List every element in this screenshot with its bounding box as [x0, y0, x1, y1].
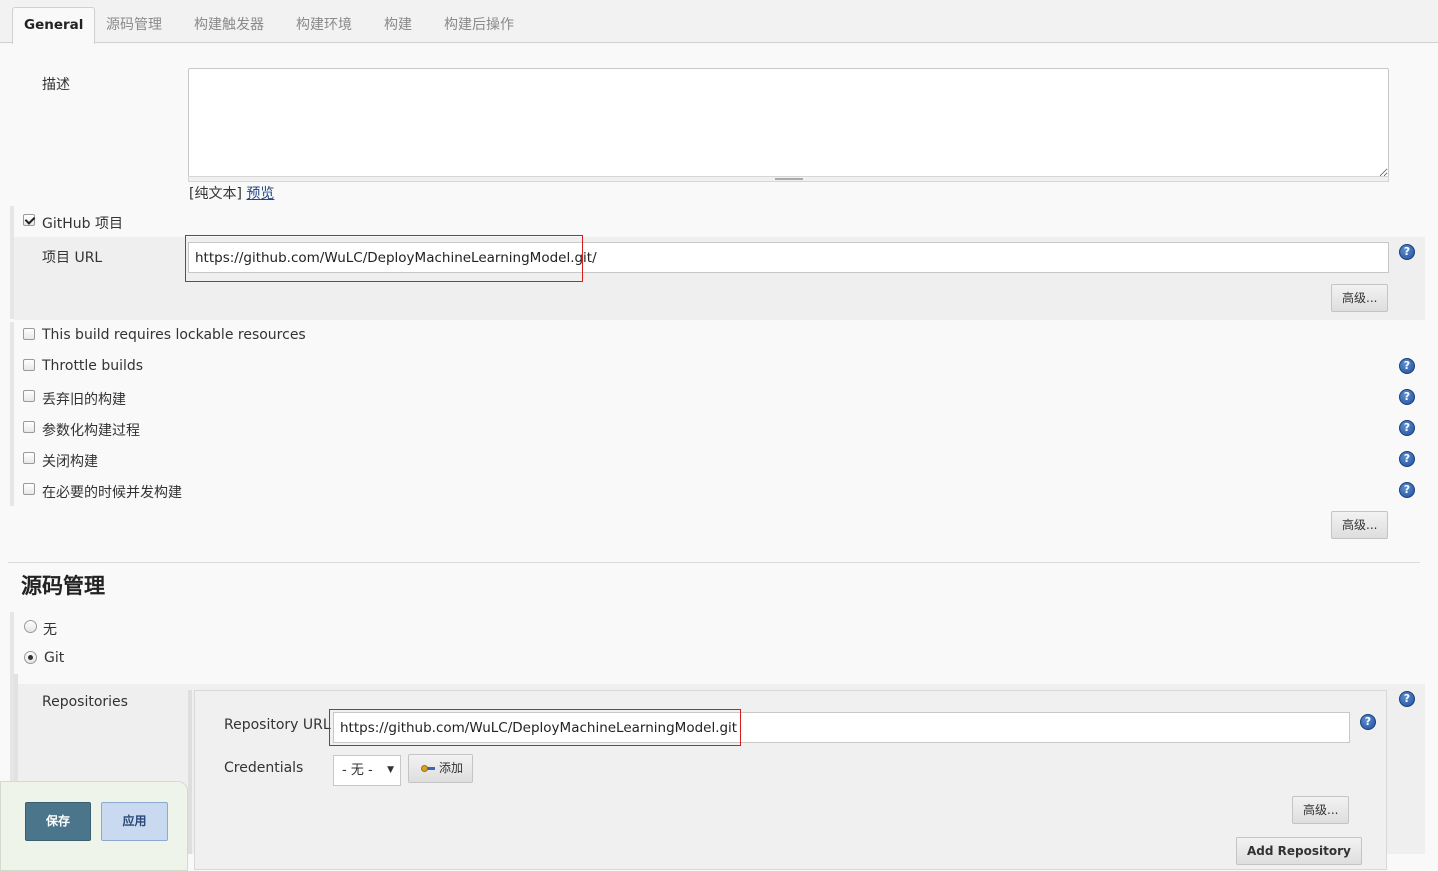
preview-link[interactable]: 预览	[246, 186, 274, 202]
parameterized-build-help-icon[interactable]: ?	[1399, 420, 1415, 436]
disable-build-help-icon[interactable]: ?	[1399, 451, 1415, 467]
scm-git-label: Git	[44, 650, 65, 666]
options-indent-bar	[10, 322, 14, 506]
section-divider	[8, 562, 1420, 563]
config-tab-bar: General 源码管理 构建触发器 构建环境 构建 构建后操作	[0, 0, 1438, 44]
add-credentials-label: 添加	[439, 761, 464, 775]
concurrent-build-label: 在必要的时候并发构建	[42, 485, 182, 501]
project-url-input[interactable]	[188, 242, 1389, 273]
plain-text-label: [纯文本]	[189, 186, 242, 202]
tab-build-environment[interactable]: 构建环境	[296, 11, 352, 39]
tab-build-triggers[interactable]: 构建触发器	[194, 11, 264, 39]
credentials-selected-value: - 无 -	[342, 763, 373, 778]
discard-old-builds-help-icon[interactable]: ?	[1399, 389, 1415, 405]
throttle-builds-label: Throttle builds	[42, 358, 144, 374]
project-url-help-icon[interactable]: ?	[1399, 244, 1415, 260]
description-format-hint: [纯文本] 预览	[189, 183, 274, 203]
repository-url-help-icon[interactable]: ?	[1360, 714, 1376, 730]
github-project-checkbox[interactable]	[23, 214, 35, 226]
throttle-builds-help-icon[interactable]: ?	[1399, 358, 1415, 374]
repositories-help-icon[interactable]: ?	[1399, 691, 1415, 707]
project-url-label: 项目 URL	[42, 250, 103, 266]
credentials-select[interactable]: - 无 - ▼	[333, 755, 401, 786]
scm-git-radio[interactable]	[24, 651, 37, 664]
repositories-label: Repositories	[42, 694, 128, 710]
add-credentials-button[interactable]: 添加	[408, 754, 473, 783]
credentials-label: Credentials	[224, 760, 304, 776]
description-resize-handle[interactable]	[188, 176, 1389, 182]
description-textarea[interactable]	[188, 68, 1389, 178]
throttle-builds-checkbox[interactable]	[23, 359, 35, 371]
scm-section-title: 源码管理	[21, 574, 105, 598]
save-button[interactable]: 保存	[25, 802, 91, 841]
github-project-label: GitHub 项目	[42, 216, 123, 232]
scm-none-radio[interactable]	[24, 620, 37, 633]
disable-build-checkbox[interactable]	[23, 452, 35, 464]
github-advanced-button[interactable]: 高级...	[1331, 284, 1389, 312]
dropdown-arrow-icon: ▼	[387, 765, 394, 775]
scm-none-label: 无	[43, 622, 57, 638]
discard-old-builds-checkbox[interactable]	[23, 390, 35, 402]
description-label: 描述	[42, 77, 70, 93]
tab-general[interactable]: General	[12, 7, 96, 44]
repository-url-input[interactable]	[333, 712, 1350, 743]
tab-source-code-management[interactable]: 源码管理	[106, 11, 162, 39]
repository-advanced-button[interactable]: 高级...	[1292, 796, 1350, 824]
parameterized-build-label: 参数化构建过程	[42, 423, 140, 439]
lockable-resources-label: This build requires lockable resources	[42, 327, 306, 343]
concurrent-build-checkbox[interactable]	[23, 483, 35, 495]
repository-url-label: Repository URL	[224, 717, 331, 733]
discard-old-builds-label: 丢弃旧的构建	[42, 392, 126, 408]
grip-icon	[775, 178, 803, 180]
parameterized-build-checkbox[interactable]	[23, 421, 35, 433]
tab-build[interactable]: 构建	[384, 11, 412, 39]
add-repository-button[interactable]: Add Repository	[1236, 837, 1362, 865]
lockable-resources-checkbox[interactable]	[23, 328, 35, 340]
repositories-indent-bar	[188, 690, 192, 854]
general-advanced-button[interactable]: 高级...	[1331, 511, 1389, 539]
concurrent-build-help-icon[interactable]: ?	[1399, 482, 1415, 498]
key-icon	[421, 765, 435, 772]
tab-post-build-actions[interactable]: 构建后操作	[444, 11, 514, 39]
apply-button[interactable]: 应用	[101, 802, 168, 841]
disable-build-label: 关闭构建	[42, 454, 98, 470]
